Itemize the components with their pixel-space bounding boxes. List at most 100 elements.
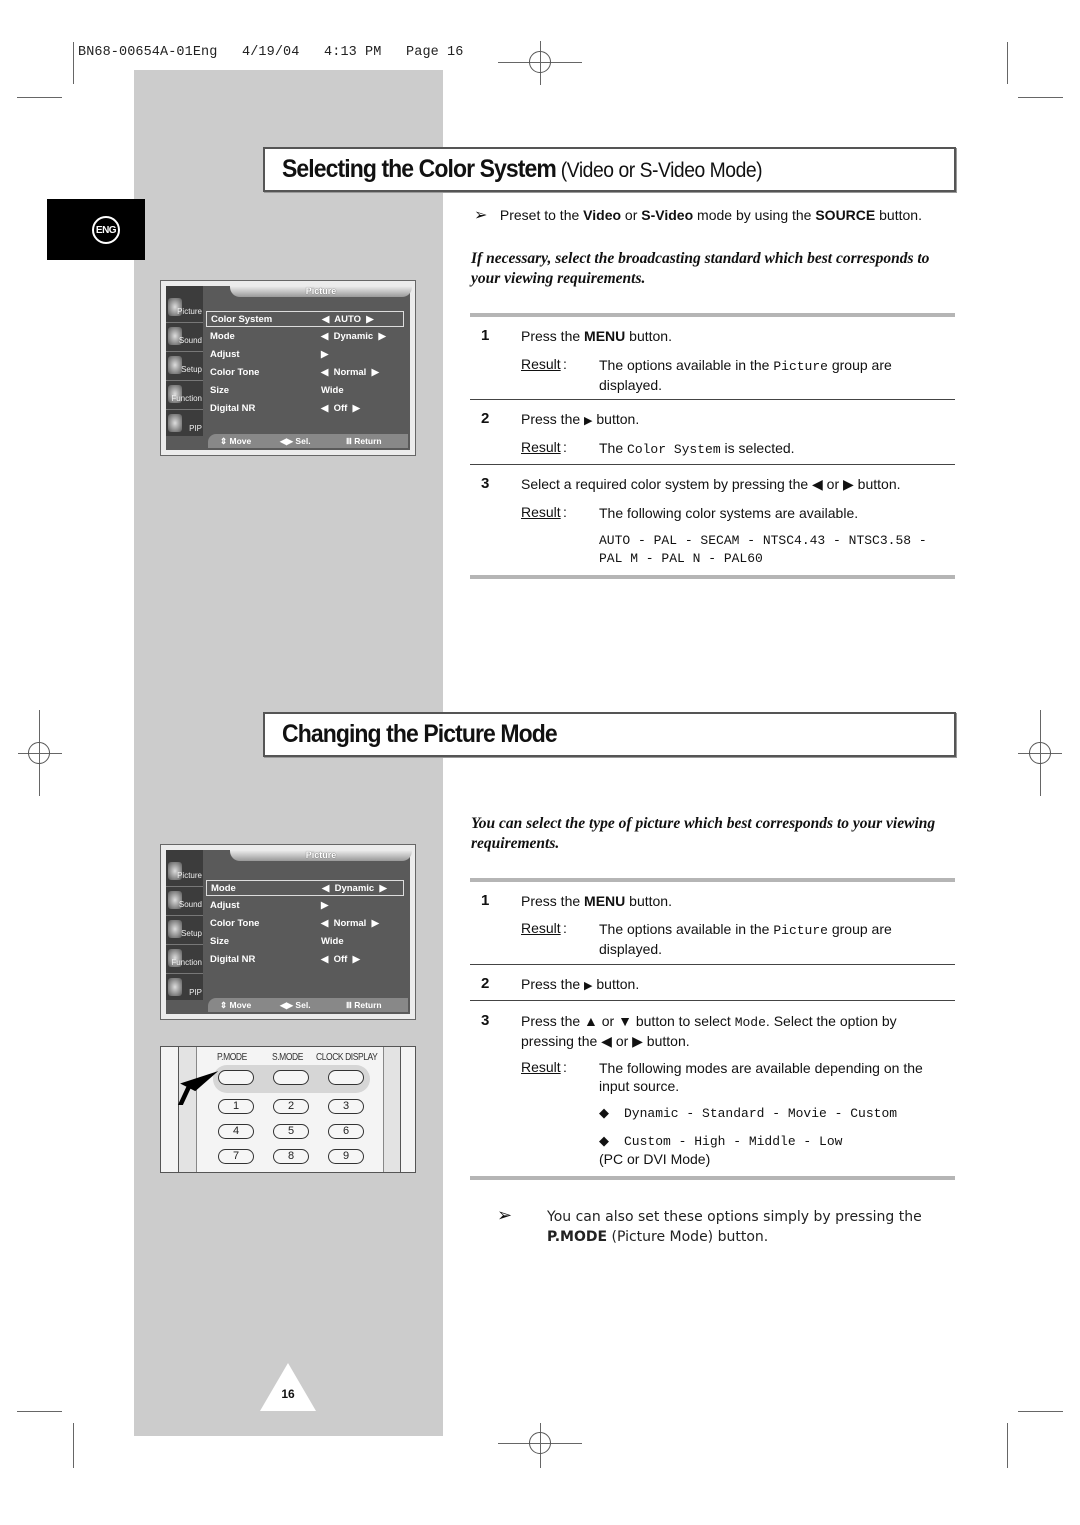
right-arrow-icon: ▶ <box>584 415 593 427</box>
step-number: 2 <box>481 975 490 992</box>
remote-key-1: 1 <box>218 1099 254 1114</box>
osd-sidebar-label: Setup <box>181 929 202 938</box>
step-code: Mode <box>734 1015 766 1030</box>
osd-footer-move: ⇕ Move <box>220 436 252 446</box>
code-line: AUTO - PAL - SECAM - NTSC4.43 - NTSC3.58… <box>599 533 927 548</box>
step-text: Press the <box>521 893 585 909</box>
osd-row: Adjust ▶ <box>206 898 404 914</box>
osd-row: Color Tone ◀ Normal ▶ <box>206 916 404 932</box>
step-text: button. <box>592 411 640 427</box>
pip-icon <box>168 978 182 996</box>
step-text: button. <box>625 893 672 909</box>
osd-row-value: ◀ Normal ▶ <box>321 367 379 378</box>
result-text-part: is selected. <box>720 440 795 456</box>
section-title-picture-mode: Changing the Picture Mode <box>263 712 956 757</box>
result-code: Picture <box>773 923 828 938</box>
osd-row: Digital NR ◀ Off ▶ <box>206 401 404 417</box>
remote-edge <box>179 1047 196 1172</box>
result-label-text: Result <box>521 356 561 372</box>
note-bold: SOURCE <box>815 207 876 223</box>
result-label: Result <box>521 356 561 372</box>
osd-menu-screenshot: Picture Sound Setup Function PIP Picture… <box>160 280 416 456</box>
step-text: Press the ▲ or ▼ button to select <box>521 1013 735 1029</box>
divider <box>470 399 955 400</box>
osd-row-value: ◀ Off ▶ <box>321 954 360 965</box>
crop-mark <box>73 1423 74 1468</box>
diamond-bullet-icon: ◆ <box>599 1133 609 1148</box>
note-bold: Video <box>583 207 622 223</box>
print-slug: BN68-00654A-01Eng 4/19/04 4:13 PM Page 1… <box>78 45 464 60</box>
osd-row: Adjust ▶ <box>206 347 404 363</box>
mode-list-text: Custom - High - Middle - Low <box>624 1134 843 1149</box>
remote-key-4: 4 <box>218 1124 254 1139</box>
osd-row-label: Color System <box>211 314 273 325</box>
osd-sidebar-label: Sound <box>178 900 202 909</box>
tip-text-part: You can also set these options simply by… <box>547 1209 922 1225</box>
osd-row-label: Adjust <box>210 349 240 360</box>
result-label: Result <box>521 504 561 520</box>
remote-label-smode: S.MODE <box>272 1052 303 1063</box>
step-instruction: Press the MENU button. <box>521 327 951 345</box>
mode-list: Dynamic - Standard - Movie - Custom <box>624 1106 898 1121</box>
setup-icon <box>168 356 182 374</box>
registration-mark <box>28 742 50 764</box>
section-intro: You can select the type of picture which… <box>471 815 936 852</box>
tip-text-part: (Picture Mode) button. <box>607 1229 769 1245</box>
osd-row-value: ◀ AUTO ▶ <box>322 314 374 325</box>
osd-sidebar-item: Picture <box>166 294 203 323</box>
preset-note: ➢ Preset to the Video or S-Video mode by… <box>474 205 922 225</box>
note-text: Preset to the <box>499 207 584 223</box>
divider <box>470 1176 955 1180</box>
pip-icon <box>168 414 182 432</box>
remote-edge-line <box>196 1047 197 1172</box>
osd-panel: Picture Sound Setup Function PIP Picture… <box>166 850 412 1014</box>
result-label-text: Result <box>521 1059 561 1075</box>
remote-edge-line <box>383 1047 384 1172</box>
divider <box>470 964 955 965</box>
osd-row-label: Digital NR <box>210 403 256 414</box>
osd-row: Color Tone ◀ Normal ▶ <box>206 365 404 381</box>
result-text-part: The options available in the <box>599 357 774 373</box>
osd-sidebar-item: Picture <box>166 858 203 887</box>
remote-key-3: 3 <box>328 1099 364 1114</box>
step-instruction: Press the ▶ button. <box>521 410 951 430</box>
osd-footer: ⇕ Move ◀▶ Sel. Ⅲ Return <box>208 998 408 1012</box>
result-colon: : <box>563 356 567 372</box>
remote-label-pmode: P.MODE <box>217 1052 247 1063</box>
step-instruction: Press the ▶ button. <box>521 975 951 995</box>
result-text: The following modes are available depend… <box>599 1060 923 1094</box>
result-colon: : <box>563 920 567 936</box>
osd-row-label: Mode <box>211 883 236 894</box>
remote-key-8: 8 <box>273 1149 309 1164</box>
osd-footer-select: ◀▶ Sel. <box>280 436 311 446</box>
language-tab: ENG <box>47 199 145 260</box>
remote-label-clock-display: CLOCK DISPLAY <box>316 1052 378 1063</box>
result-text: The options available in the Picture gro… <box>599 356 949 394</box>
language-badge: ENG <box>92 216 120 244</box>
result-colon: : <box>563 1059 567 1075</box>
step-instruction: Press the ▲ or ▼ button to select Mode. … <box>521 1012 951 1050</box>
step-text: Press the <box>521 328 585 344</box>
crop-mark <box>17 1411 62 1412</box>
osd-sidebar-item: Function <box>166 945 203 974</box>
osd-footer-return: Ⅲ Return <box>346 1000 382 1010</box>
osd-sidebar-label: PIP <box>189 988 202 997</box>
osd-menu-screenshot: Picture Sound Setup Function PIP Picture… <box>160 844 416 1020</box>
osd-sidebar-label: Setup <box>181 365 202 374</box>
osd-sidebar-item: PIP <box>166 410 203 439</box>
step-text: Press the <box>521 976 585 992</box>
remote-key-2: 2 <box>273 1099 309 1114</box>
step-text: button. <box>592 976 640 992</box>
crop-mark <box>73 42 74 84</box>
crop-mark <box>1007 42 1008 84</box>
remote-clock-display-button <box>328 1070 364 1085</box>
crop-mark <box>1007 1423 1008 1468</box>
mode-list-note: (PC or DVI Mode) <box>599 1151 711 1167</box>
osd-row-value: Wide <box>321 385 344 396</box>
osd-row-value: ◀ Dynamic ▶ <box>322 883 387 894</box>
osd-sidebar-label: PIP <box>189 424 202 433</box>
result-text-part: The <box>599 440 628 456</box>
result-text: The Color System is selected. <box>599 439 949 459</box>
osd-row-value: ▶ <box>321 900 329 911</box>
result-text: The options available in the Picture gro… <box>599 920 949 958</box>
